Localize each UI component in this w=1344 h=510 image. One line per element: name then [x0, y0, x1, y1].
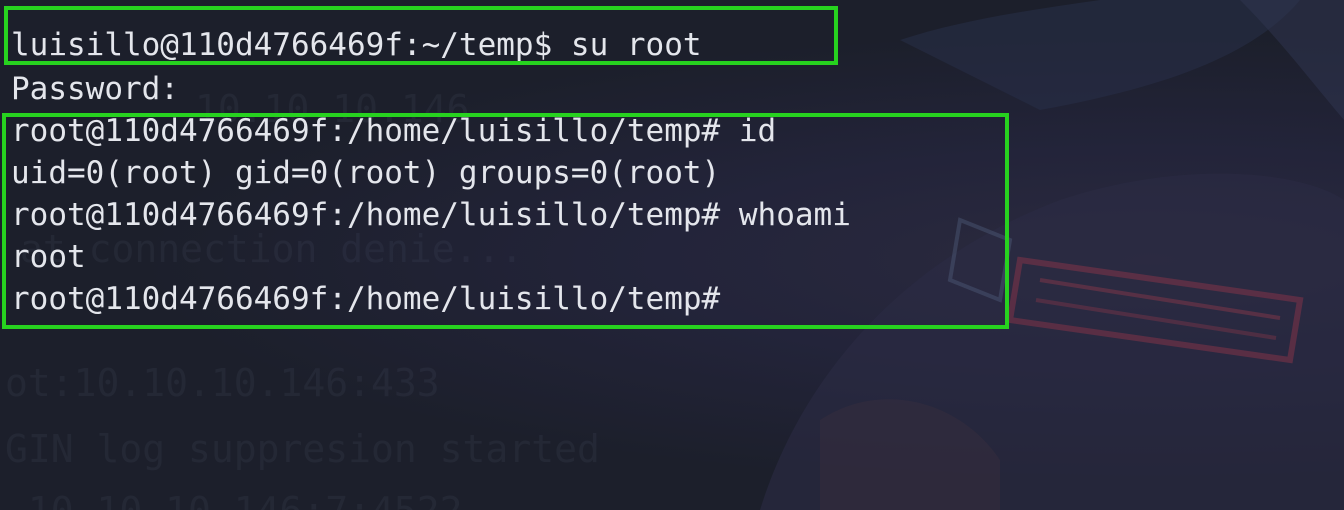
terminal-window[interactable]: 10.10.10.146 at connection denie... ot:1… [0, 0, 1344, 510]
ghost-line: .10.10.10.146:7:4522 [5, 490, 463, 510]
ghost-line: GIN log suppresion started [5, 427, 600, 471]
highlight-box-root-shell [2, 113, 1009, 329]
password-prompt: Password: [11, 71, 179, 107]
highlight-box-su-command [4, 6, 838, 65]
ghost-line: ot:10.10.10.146:433 [5, 361, 440, 405]
